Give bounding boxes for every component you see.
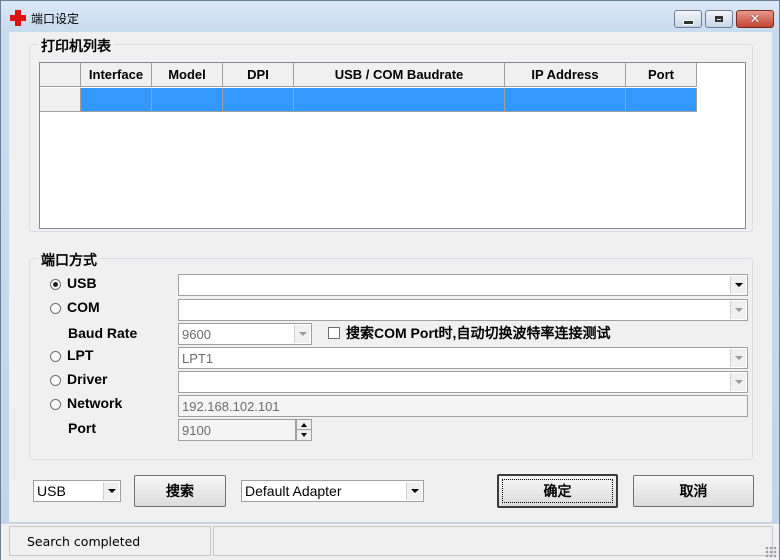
table-cell-model[interactable] [152, 88, 223, 112]
interface-dropdown-button[interactable] [103, 482, 119, 500]
close-button[interactable]: ✕ [736, 10, 774, 28]
chevron-down-icon [734, 308, 743, 312]
column-header-ip-address[interactable]: IP Address [505, 63, 626, 87]
baud-rate-dropdown-button[interactable] [294, 325, 310, 343]
baud-rate-select[interactable]: 9600 [178, 323, 312, 345]
ok-button-label: 确定 [543, 484, 572, 500]
baud-rate-label: Baud Rate [68, 325, 138, 341]
driver-select[interactable] [178, 371, 748, 393]
spin-down-button[interactable] [297, 430, 311, 440]
ip-address-value: 192.168.102.101 [182, 398, 280, 414]
ip-address-field[interactable]: 192.168.102.101 [178, 395, 748, 417]
search-button[interactable]: 搜索 [134, 475, 226, 507]
column-header-baudrate[interactable]: USB / COM Baudrate [294, 63, 505, 87]
maximize-button[interactable] [705, 10, 733, 28]
ok-button[interactable]: 确定 [497, 474, 618, 508]
usb-label[interactable]: USB [67, 275, 97, 291]
status-message: Search completed [9, 526, 211, 556]
lpt-port-value: LPT1 [182, 350, 214, 366]
port-number-value: 9100 [182, 422, 211, 438]
title-bar[interactable]: 端口设定 ✕ [1, 1, 779, 35]
cancel-button[interactable]: 取消 [633, 475, 754, 507]
usb-dropdown-button[interactable] [730, 276, 746, 294]
status-pane-secondary [213, 526, 773, 556]
status-bar: Search completed [1, 523, 779, 560]
usb-radio[interactable] [50, 279, 61, 290]
auto-baud-checkbox[interactable] [328, 327, 340, 339]
printer-list-group: 打印机列表 Interface Model DPI USB / COM Baud… [29, 36, 753, 232]
network-radio[interactable] [50, 399, 61, 410]
chevron-down-icon [107, 489, 116, 493]
column-header-index[interactable] [40, 63, 81, 87]
resize-grip-icon[interactable] [765, 546, 777, 558]
maximize-icon [715, 16, 723, 22]
arrow-down-icon [301, 433, 307, 437]
port-settings-window: 端口设定 ✕ 打印机列表 Interface Model DPI USB / C… [0, 0, 780, 560]
driver-label[interactable]: Driver [67, 371, 107, 387]
interface-select-value: USB [37, 483, 66, 499]
table-cell-baudrate[interactable] [294, 88, 505, 112]
port-mode-group: 端口方式 USB COM Baud Rate 9600 搜索COM Port时,… [29, 250, 753, 460]
com-radio[interactable] [50, 303, 61, 314]
arrow-up-icon [301, 422, 307, 427]
table-cell-port[interactable] [626, 88, 697, 112]
usb-device-select[interactable] [178, 274, 748, 296]
interface-select[interactable]: USB [33, 480, 121, 502]
column-header-interface[interactable]: Interface [81, 63, 152, 87]
chevron-down-icon [410, 489, 419, 493]
column-header-port[interactable]: Port [626, 63, 697, 87]
adapter-select-value: Default Adapter [245, 483, 342, 499]
baud-rate-value: 9600 [182, 326, 211, 342]
port-number-field[interactable]: 9100 [178, 419, 296, 441]
com-port-select[interactable] [178, 299, 748, 321]
port-label: Port [68, 420, 96, 436]
column-header-dpi[interactable]: DPI [223, 63, 294, 87]
table-row[interactable] [40, 88, 697, 112]
com-dropdown-button[interactable] [730, 301, 746, 319]
adapter-select[interactable]: Default Adapter [241, 480, 424, 502]
row-header-cell[interactable] [40, 88, 81, 112]
chevron-down-icon [298, 332, 307, 336]
lpt-dropdown-button[interactable] [730, 349, 746, 367]
chevron-down-icon [734, 380, 743, 384]
close-icon: ✕ [749, 11, 761, 27]
table-cell-interface[interactable] [81, 88, 152, 112]
driver-dropdown-button[interactable] [730, 373, 746, 391]
chevron-down-icon [734, 283, 743, 287]
table-cell-ip-address[interactable] [505, 88, 626, 112]
list-header-row: Interface Model DPI USB / COM Baudrate I… [40, 63, 697, 87]
port-mode-legend: 端口方式 [38, 250, 100, 270]
driver-radio[interactable] [50, 375, 61, 386]
dialog-body: 打印机列表 Interface Model DPI USB / COM Baud… [9, 32, 772, 522]
table-cell-dpi[interactable] [223, 88, 294, 112]
chevron-down-icon [734, 356, 743, 360]
com-label[interactable]: COM [67, 299, 100, 315]
minimize-icon [682, 19, 694, 25]
printer-list-legend: 打印机列表 [38, 36, 114, 56]
network-label[interactable]: Network [67, 395, 122, 411]
port-spin-control[interactable] [296, 419, 312, 441]
printer-list-view[interactable]: Interface Model DPI USB / COM Baudrate I… [39, 62, 746, 229]
spin-up-button[interactable] [297, 420, 311, 430]
column-header-model[interactable]: Model [152, 63, 223, 87]
minimize-button[interactable] [674, 10, 702, 28]
lpt-radio[interactable] [50, 351, 61, 362]
auto-baud-label[interactable]: 搜索COM Port时,自动切换波特率连接测试 [346, 323, 610, 343]
window-title: 端口设定 [31, 12, 80, 26]
lpt-label[interactable]: LPT [67, 347, 93, 363]
adapter-dropdown-button[interactable] [406, 482, 422, 500]
red-cross-app-icon [10, 10, 26, 26]
lpt-port-select[interactable]: LPT1 [178, 347, 748, 369]
